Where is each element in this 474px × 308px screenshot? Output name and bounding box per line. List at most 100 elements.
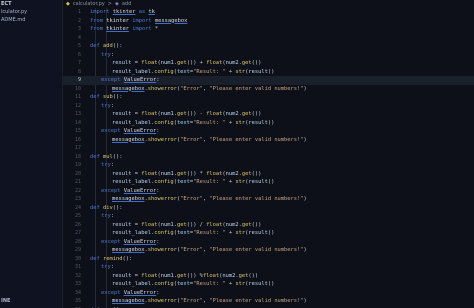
code-token: "Please enter valid numbers!" [209,298,304,304]
code-token: : [156,128,160,134]
code-line[interactable]: 27 result_label.config(text="Result: " + … [63,229,474,238]
code-text[interactable]: try: [101,212,114,221]
outline-section-title[interactable]: INE [0,297,62,305]
code-text[interactable]: def mul(): [90,153,123,162]
code-text[interactable]: messagebox.showerror("Error", "Please en… [112,246,307,255]
code-line[interactable]: 20 result = float(num1.get()) * float(num… [63,170,474,179]
code-line[interactable]: 17 [63,144,474,153]
code-line[interactable]: 9 except ValueError: [63,76,474,85]
code-text[interactable]: result = float(num1.get()) %float(num2.g… [112,272,258,281]
code-token: result [112,60,132,66]
code-token: = [131,272,142,279]
code-line[interactable]: 3 from tkinter import * [63,25,474,34]
code-text[interactable]: def sub(): [90,93,123,102]
code-line[interactable]: 10 messagebox.showerror("Error", "Please … [63,85,474,94]
code-text[interactable]: messagebox.showerror("Error", "Please en… [112,85,307,94]
code-text[interactable]: result = float(num1.get()) + float(num2.… [112,59,261,68]
code-text[interactable]: result_label.config(text="Result: " + st… [112,229,274,238]
code-text[interactable]: from tkinter import messagebox [90,17,187,26]
code-token: showerror [147,136,177,143]
code-line[interactable]: 4 [63,34,474,43]
code-text[interactable]: except ValueError: [101,127,159,136]
code-text[interactable]: except ValueError: [101,289,159,298]
code-line[interactable]: 2 from tkinter import messagebox [63,17,474,26]
code-text[interactable]: result_label.config(text="Result: " + st… [112,178,274,187]
code-text[interactable]: def remind(): [90,255,132,264]
code-line[interactable]: 8 result_label.config(text="Result: " + s… [63,68,474,77]
code-token: get [241,221,252,228]
code-editor[interactable]: ◆ calculator.py > ◈ add 1 import tkinter … [63,0,474,308]
code-token: import [128,26,155,32]
code-line[interactable]: 33 result_label.config(text="Result: " + … [63,280,474,289]
code-line[interactable]: 24 def div(): [63,204,474,213]
code-text[interactable]: result = float(num1.get()) / float(num2.… [112,221,261,230]
code-token: text [176,179,190,185]
code-text[interactable]: result = float(num1.get()) * float(num2.… [112,170,261,179]
code-token: result [112,111,132,117]
code-line[interactable]: 14 result_label.config(text="Result: " + … [63,119,474,128]
code-text[interactable]: def add(): [90,42,123,51]
code-line[interactable]: 28 except ValueError: [63,238,474,247]
code-text[interactable]: result_label.config(text="Result: " + st… [112,280,274,289]
code-token: except [101,187,121,194]
breadcrumb-symbol[interactable]: add [122,1,131,7]
code-line[interactable]: 15 except ValueError: [63,127,474,136]
file-calculator-py[interactable]: lculator.py [0,8,62,16]
code-line[interactable]: 23 messagebox.showerror("Error", "Please … [63,195,474,204]
code-line[interactable]: 19 try: [63,161,474,170]
code-line[interactable]: 7 result = float(num1.get()) + float(num2… [63,59,474,68]
code-text[interactable]: try: [101,263,114,272]
code-line[interactable]: 21 result_label.config(text="Result: " + … [63,178,474,187]
code-line[interactable]: 13 result = float(num1.get()) - float(num… [63,110,474,119]
code-token: messagebox [154,17,188,24]
breadcrumb-file[interactable]: calculator.py [73,1,105,7]
code-text[interactable]: messagebox.showerror("Error", "Please en… [112,195,307,204]
code-text[interactable]: except ValueError: [101,76,159,85]
explorer-section-title[interactable]: ECT [0,0,62,8]
code-lines[interactable]: 1 import tkinter as tk 2 from tkinter impor… [63,8,474,308]
code-line[interactable]: 26 result = float(num1.get()) / float(num… [63,221,474,230]
code-line[interactable]: 29 messagebox.showerror("Error", "Please … [63,246,474,255]
code-text[interactable]: except ValueError: [101,238,159,247]
code-text[interactable]: result = float(num1.get()) - float(num2.… [112,110,261,119]
code-line[interactable]: 16 messagebox.showerror("Error", "Please … [63,136,474,145]
code-text[interactable]: result_label.config(text="Result: " + st… [112,119,274,128]
code-token: get [176,221,187,228]
code-line[interactable]: 32 result = float(num1.get()) %float(num2… [63,272,474,281]
code-line[interactable]: 22 except ValueError: [63,187,474,196]
code-token: ValueError [123,238,157,245]
code-text[interactable]: messagebox.showerror("Error", "Please en… [112,297,307,306]
code-line[interactable]: 12 try: [63,102,474,111]
code-token: : [110,264,114,270]
code-token: ValueError [123,289,157,296]
code-line[interactable]: 1 import tkinter as tk [63,8,474,17]
code-text[interactable]: import tkinter as tk [90,8,155,17]
code-token: float [206,111,223,117]
code-line[interactable]: 6 try: [63,51,474,60]
code-text[interactable]: except ValueError: [101,187,159,196]
code-line[interactable]: 25 try: [63,212,474,221]
code-text[interactable]: def div(): [90,204,123,213]
code-line[interactable]: 30 def remind(): [63,255,474,264]
code-token: ) [303,196,307,202]
code-line[interactable]: 34 except ValueError: [63,289,474,298]
code-text[interactable]: try: [101,51,114,60]
line-number: 6 [77,51,81,58]
code-line[interactable]: 35 messagebox.showerror("Error", "Please … [63,297,474,306]
code-token: num2 [222,272,236,279]
code-token: + [225,281,236,287]
code-text[interactable]: try: [101,102,114,111]
code-text[interactable]: from tkinter import * [90,25,158,34]
code-token: ()) % [186,272,203,279]
code-token: num2 [225,221,239,228]
code-line[interactable]: 11 def sub(): [63,93,474,102]
code-line[interactable]: 18 def mul(): [63,153,474,162]
code-token: ()) / [186,221,207,228]
code-text[interactable]: messagebox.showerror("Error", "Please en… [112,136,307,145]
code-text[interactable]: try: [101,161,114,170]
code-line[interactable]: 31 try: [63,263,474,272]
file-readme-md[interactable]: ADME.md [0,16,62,24]
python-file-icon: ◆ [66,1,70,7]
code-line[interactable]: 5 def add(): [63,42,474,51]
code-text[interactable]: result_label.config(text="Result: " + st… [112,68,274,77]
